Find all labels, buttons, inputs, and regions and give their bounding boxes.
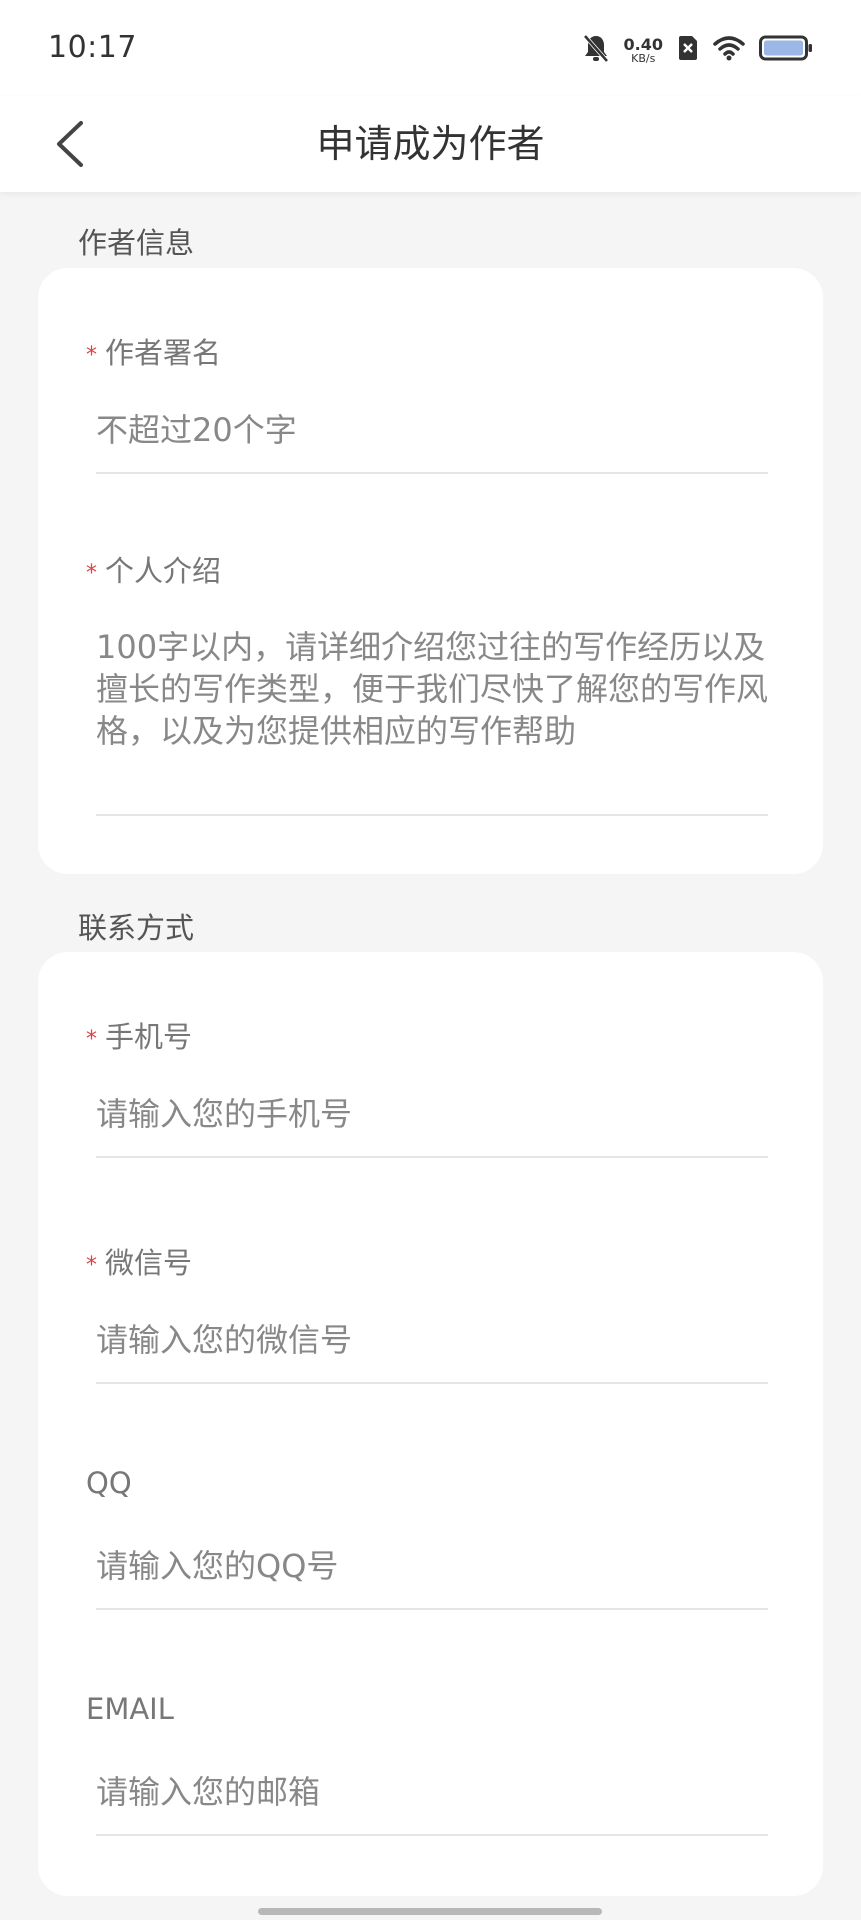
intro-underline: [96, 814, 768, 816]
status-time: 10:17: [48, 30, 137, 65]
wifi-icon: [713, 35, 745, 65]
required-mark: *: [86, 560, 97, 586]
contact-card: * 手机号 * 微信号 QQ EMAIL: [38, 952, 823, 1896]
phone-label-text: 手机号: [105, 1020, 193, 1054]
phone-input[interactable]: [96, 1090, 768, 1138]
status-icons: 0.40 KB/s: [582, 30, 813, 70]
pen-name-label-text: 作者署名: [105, 336, 222, 370]
page-title: 申请成为作者: [316, 122, 545, 166]
phone-label: * 手机号: [86, 1014, 192, 1056]
required-mark: *: [86, 342, 97, 368]
required-mark: *: [86, 1026, 97, 1052]
intro-textarea[interactable]: [96, 626, 768, 798]
home-indicator[interactable]: [258, 1908, 602, 1915]
qq-label: QQ: [86, 1466, 132, 1500]
pen-name-input[interactable]: [96, 406, 768, 454]
intro-label: * 个人介绍: [86, 548, 221, 590]
phone-underline: [96, 1156, 768, 1158]
pen-name-label: * 作者署名: [86, 330, 221, 372]
wechat-label-text: 微信号: [105, 1246, 193, 1280]
wechat-input[interactable]: [96, 1316, 768, 1364]
author-info-card: * 作者署名 * 个人介绍: [38, 268, 823, 874]
battery-icon: [759, 35, 813, 65]
section-title-contact: 联系方式: [78, 911, 195, 945]
bell-muted-icon: [582, 33, 610, 67]
pen-name-underline: [96, 472, 768, 474]
nav-bar: 申请成为作者: [0, 96, 861, 192]
wechat-label: * 微信号: [86, 1240, 192, 1282]
intro-label-text: 个人介绍: [105, 554, 222, 588]
email-input[interactable]: [96, 1768, 768, 1816]
wechat-underline: [96, 1382, 768, 1384]
chevron-left-icon: [57, 121, 83, 167]
email-label: EMAIL: [86, 1692, 174, 1726]
net-speed-unit: KB/s: [631, 51, 656, 65]
status-bar: 10:17 0.40 KB/s: [0, 0, 861, 96]
sim-x-icon: [677, 34, 699, 66]
qq-underline: [96, 1608, 768, 1610]
section-title-author-info: 作者信息: [78, 226, 195, 260]
required-mark: *: [86, 1252, 97, 1278]
back-button[interactable]: [40, 114, 100, 174]
qq-input[interactable]: [96, 1542, 768, 1590]
email-underline: [96, 1834, 768, 1836]
net-speed-value: 0.40: [623, 34, 663, 54]
net-speed: 0.40 KB/s: [623, 34, 663, 65]
